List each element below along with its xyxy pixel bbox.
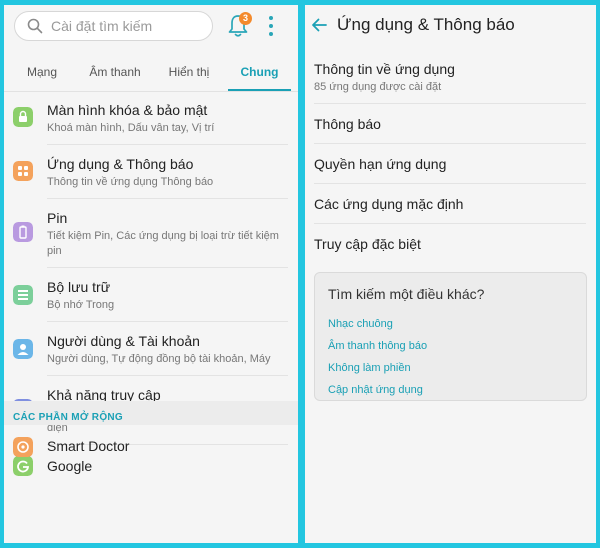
settings-item-subtitle: Thông tin về ứng dụng Thông báo bbox=[47, 176, 214, 188]
link-notification-sound[interactable]: Âm thanh thông báo bbox=[328, 340, 427, 352]
settings-item-smart-doctor[interactable]: Smart Doctor bbox=[4, 425, 298, 469]
settings-item-subtitle: Người dùng, Tự động đồng bộ tài khoản, M… bbox=[47, 353, 271, 365]
settings-item-battery[interactable]: Pin Tiết kiệm Pin, Các ứng dụng bị loại … bbox=[4, 199, 298, 268]
tab-hien-thi[interactable]: Hiển thị bbox=[150, 53, 228, 91]
search-row: 3 bbox=[4, 5, 298, 49]
notification-badge: 3 bbox=[239, 12, 252, 25]
detail-header: Ứng dụng & Thông báo bbox=[305, 5, 596, 49]
more-options-icon[interactable] bbox=[265, 16, 277, 38]
back-arrow-icon[interactable] bbox=[311, 18, 327, 32]
storage-icon bbox=[13, 285, 33, 305]
detail-item-subtitle: 85 ứng dụng được cài đặt bbox=[314, 81, 442, 93]
search-more-title: Tìm kiếm một điều khác? bbox=[328, 286, 485, 302]
user-icon bbox=[13, 339, 33, 359]
search-more-card: Tìm kiếm một điều khác? Nhạc chuông Âm t… bbox=[314, 272, 587, 401]
settings-item-subtitle: Bộ nhớ Trong bbox=[47, 299, 115, 311]
battery-icon bbox=[13, 222, 33, 242]
settings-item-title: Màn hình khóa & bảo mật bbox=[47, 102, 208, 118]
detail-item-app-permissions[interactable]: Quyền hạn ứng dụng bbox=[305, 144, 596, 184]
detail-item-title: Thông báo bbox=[314, 116, 381, 132]
tab-mang[interactable]: Mạng bbox=[4, 53, 80, 91]
settings-item-subtitle: Tiết kiệm Pin, Các ứng dụng bị loại trừ … bbox=[47, 230, 279, 257]
settings-item-users-accounts[interactable]: Người dùng & Tài khoản Người dùng, Tự độ… bbox=[4, 322, 298, 376]
detail-item-notifications[interactable]: Thông báo bbox=[305, 104, 596, 144]
settings-tabs: Mạng Âm thanh Hiển thị Chung bbox=[4, 53, 298, 91]
settings-item-title: Smart Doctor bbox=[47, 438, 130, 454]
tab-chung[interactable]: Chung bbox=[228, 53, 291, 91]
settings-panel: 3 Mạng Âm thanh Hiển thị Chung Màn hình … bbox=[4, 5, 298, 543]
tab-am-thanh[interactable]: Âm thanh bbox=[80, 53, 150, 91]
settings-item-storage[interactable]: Bộ lưu trữ Bộ nhớ Trong bbox=[4, 268, 298, 322]
search-icon bbox=[27, 18, 43, 34]
smart-doctor-icon bbox=[13, 437, 33, 457]
lock-icon bbox=[13, 107, 33, 127]
settings-item-title: Ứng dụng & Thông báo bbox=[47, 156, 194, 172]
settings-item-lock-security[interactable]: Màn hình khóa & bảo mật Khoá màn hình, D… bbox=[4, 92, 298, 145]
page-title: Ứng dụng & Thông báo bbox=[337, 15, 515, 34]
detail-item-app-info[interactable]: Thông tin về ứng dụng 85 ứng dụng được c… bbox=[305, 49, 596, 104]
search-input[interactable] bbox=[51, 18, 201, 34]
link-do-not-disturb[interactable]: Không làm phiền bbox=[328, 362, 411, 374]
detail-panel: Ứng dụng & Thông báo Thông tin về ứng dụ… bbox=[305, 5, 596, 543]
detail-list: Thông tin về ứng dụng 85 ứng dụng được c… bbox=[305, 49, 596, 264]
detail-item-title: Quyền hạn ứng dụng bbox=[314, 156, 447, 172]
link-ringtone[interactable]: Nhạc chuông bbox=[328, 318, 393, 330]
detail-item-special-access[interactable]: Truy cập đặc biệt bbox=[305, 224, 596, 264]
detail-item-title: Truy cập đặc biệt bbox=[314, 236, 421, 252]
extensions-section-header: CÁC PHẦN MỞ RỘNG bbox=[13, 412, 123, 423]
search-bar[interactable] bbox=[14, 11, 213, 41]
apps-icon bbox=[13, 161, 33, 181]
detail-item-title: Thông tin về ứng dụng bbox=[314, 61, 455, 77]
link-app-updates[interactable]: Cập nhật ứng dụng bbox=[328, 384, 423, 396]
detail-item-default-apps[interactable]: Các ứng dụng mặc định bbox=[305, 184, 596, 224]
settings-item-title: Pin bbox=[47, 210, 68, 226]
settings-item-title: Người dùng & Tài khoản bbox=[47, 333, 200, 349]
detail-item-title: Các ứng dụng mặc định bbox=[314, 196, 464, 212]
settings-item-subtitle: Khoá màn hình, Dấu vân tay, Vị trí bbox=[47, 122, 215, 134]
settings-item-apps-notifications[interactable]: Ứng dụng & Thông báo Thông tin về ứng dụ… bbox=[4, 145, 298, 199]
settings-item-title: Bộ lưu trữ bbox=[47, 279, 111, 295]
